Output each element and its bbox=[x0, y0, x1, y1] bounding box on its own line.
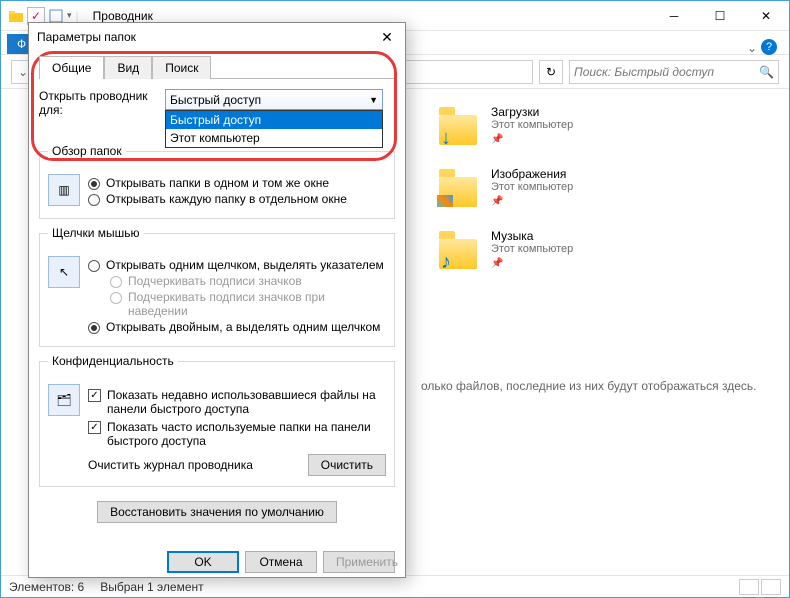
list-item[interactable]: Изображения Этот компьютер 📌 bbox=[439, 167, 773, 207]
dialog-tabs: Общие Вид Поиск bbox=[39, 55, 395, 79]
open-for-combo[interactable]: Быстрый доступ ▼ Быстрый доступ Этот ком… bbox=[165, 89, 395, 110]
folder-name: Загрузки bbox=[491, 105, 573, 119]
tab-general[interactable]: Общие bbox=[39, 56, 104, 79]
browse-folders-icon: ▥ bbox=[48, 174, 80, 206]
search-box[interactable]: 🔍 bbox=[569, 60, 779, 84]
list-item[interactable]: ♪ Музыка Этот компьютер 📌 bbox=[439, 229, 773, 269]
click-behavior-legend: Щелчки мышью bbox=[48, 226, 144, 240]
ok-button[interactable]: OK bbox=[167, 551, 239, 573]
radio-label: Подчеркивать подписи значков при наведен… bbox=[128, 290, 386, 318]
clear-button[interactable]: Очистить bbox=[308, 454, 386, 476]
radio-label: Открывать папки в одном и том же окне bbox=[106, 176, 386, 190]
folder-location: Этот компьютер bbox=[491, 243, 573, 255]
click-behavior-group: Щелчки мышью ↖ Открывать одним щелчком, … bbox=[39, 233, 395, 347]
radio-label: Открывать одним щелчком, выделять указат… bbox=[106, 258, 386, 272]
ribbon-expand-icon[interactable]: ⌄ bbox=[747, 41, 757, 55]
close-button[interactable]: ✕ bbox=[743, 1, 789, 31]
tab-view[interactable]: Вид bbox=[104, 56, 152, 79]
radio-new-window[interactable] bbox=[88, 194, 100, 206]
view-details-button[interactable] bbox=[739, 579, 759, 595]
search-input[interactable] bbox=[574, 65, 759, 79]
folder-icon: ♪ bbox=[439, 229, 479, 269]
window-title: Проводник bbox=[93, 9, 651, 23]
folder-options-dialog: Параметры папок ✕ Общие Вид Поиск Открыт… bbox=[28, 22, 406, 578]
checkbox-label: Показать часто используемые папки на пан… bbox=[107, 420, 386, 448]
radio-same-window[interactable] bbox=[88, 178, 100, 190]
search-icon[interactable]: 🔍 bbox=[759, 65, 774, 79]
combo-dropdown: Быстрый доступ Этот компьютер bbox=[165, 110, 383, 148]
empty-preview-text: олько файлов, последние из них будут ото… bbox=[421, 379, 765, 393]
folder-location: Этот компьютер bbox=[491, 181, 573, 193]
click-behavior-icon: ↖ bbox=[48, 256, 80, 288]
checkbox-label: Показать недавно использовавшиеся файлы … bbox=[107, 388, 386, 416]
restore-defaults-button[interactable]: Восстановить значения по умолчанию bbox=[97, 501, 337, 523]
clear-history-label: Очистить журнал проводника bbox=[88, 458, 308, 472]
privacy-legend: Конфиденциальность bbox=[48, 354, 178, 368]
pin-icon: 📌 bbox=[491, 258, 503, 269]
combo-selected-value: Быстрый доступ bbox=[170, 93, 261, 107]
refresh-button[interactable]: ↻ bbox=[539, 60, 563, 84]
qat-dropdown-icon[interactable]: ▾ bbox=[67, 10, 72, 21]
combo-option[interactable]: Быстрый доступ bbox=[166, 111, 382, 129]
radio-underline-hover bbox=[110, 292, 122, 304]
apply-button[interactable]: Применить bbox=[323, 551, 395, 573]
privacy-group: Конфиденциальность 🗂 Показать недавно ис… bbox=[39, 361, 395, 487]
checkbox-recent-files[interactable] bbox=[88, 389, 101, 402]
view-icons-button[interactable] bbox=[761, 579, 781, 595]
open-for-label: Открыть проводник для: bbox=[39, 89, 159, 117]
folder-name: Музыка bbox=[491, 229, 573, 243]
folder-name: Изображения bbox=[491, 167, 573, 181]
dialog-title: Параметры папок bbox=[37, 30, 377, 44]
pin-icon: 📌 bbox=[491, 196, 503, 207]
cancel-button[interactable]: Отмена bbox=[245, 551, 317, 573]
separator: | bbox=[76, 9, 79, 23]
radio-label: Открывать каждую папку в отдельном окне bbox=[106, 192, 386, 206]
dialog-close-button[interactable]: ✕ bbox=[377, 29, 397, 46]
folder-location: Этот компьютер bbox=[491, 119, 573, 131]
app-folder-icon bbox=[7, 7, 25, 25]
radio-single-click[interactable] bbox=[88, 260, 100, 272]
browse-folders-group: Обзор папок ▥ Открывать папки в одном и … bbox=[39, 151, 395, 219]
checkbox-frequent-folders[interactable] bbox=[88, 421, 101, 434]
combo-option[interactable]: Этот компьютер bbox=[166, 129, 382, 147]
privacy-icon: 🗂 bbox=[48, 384, 80, 416]
list-item[interactable]: ↓ Загрузки Этот компьютер 📌 bbox=[439, 105, 773, 145]
folder-icon: ↓ bbox=[439, 105, 479, 145]
minimize-button[interactable]: ─ bbox=[651, 1, 697, 31]
pin-icon: 📌 bbox=[491, 134, 503, 145]
help-icon[interactable]: ? bbox=[761, 39, 777, 55]
radio-underline-always bbox=[110, 276, 122, 288]
tab-search[interactable]: Поиск bbox=[152, 56, 211, 79]
radio-label: Подчеркивать подписи значков bbox=[128, 274, 386, 288]
browse-folders-legend: Обзор папок bbox=[48, 144, 126, 158]
maximize-button[interactable]: ☐ bbox=[697, 1, 743, 31]
chevron-down-icon: ▼ bbox=[369, 95, 378, 105]
radio-double-click[interactable] bbox=[88, 322, 100, 334]
folder-icon bbox=[439, 167, 479, 207]
dialog-titlebar: Параметры папок ✕ bbox=[29, 23, 405, 51]
radio-label: Открывать двойным, а выделять одним щелч… bbox=[106, 320, 386, 334]
